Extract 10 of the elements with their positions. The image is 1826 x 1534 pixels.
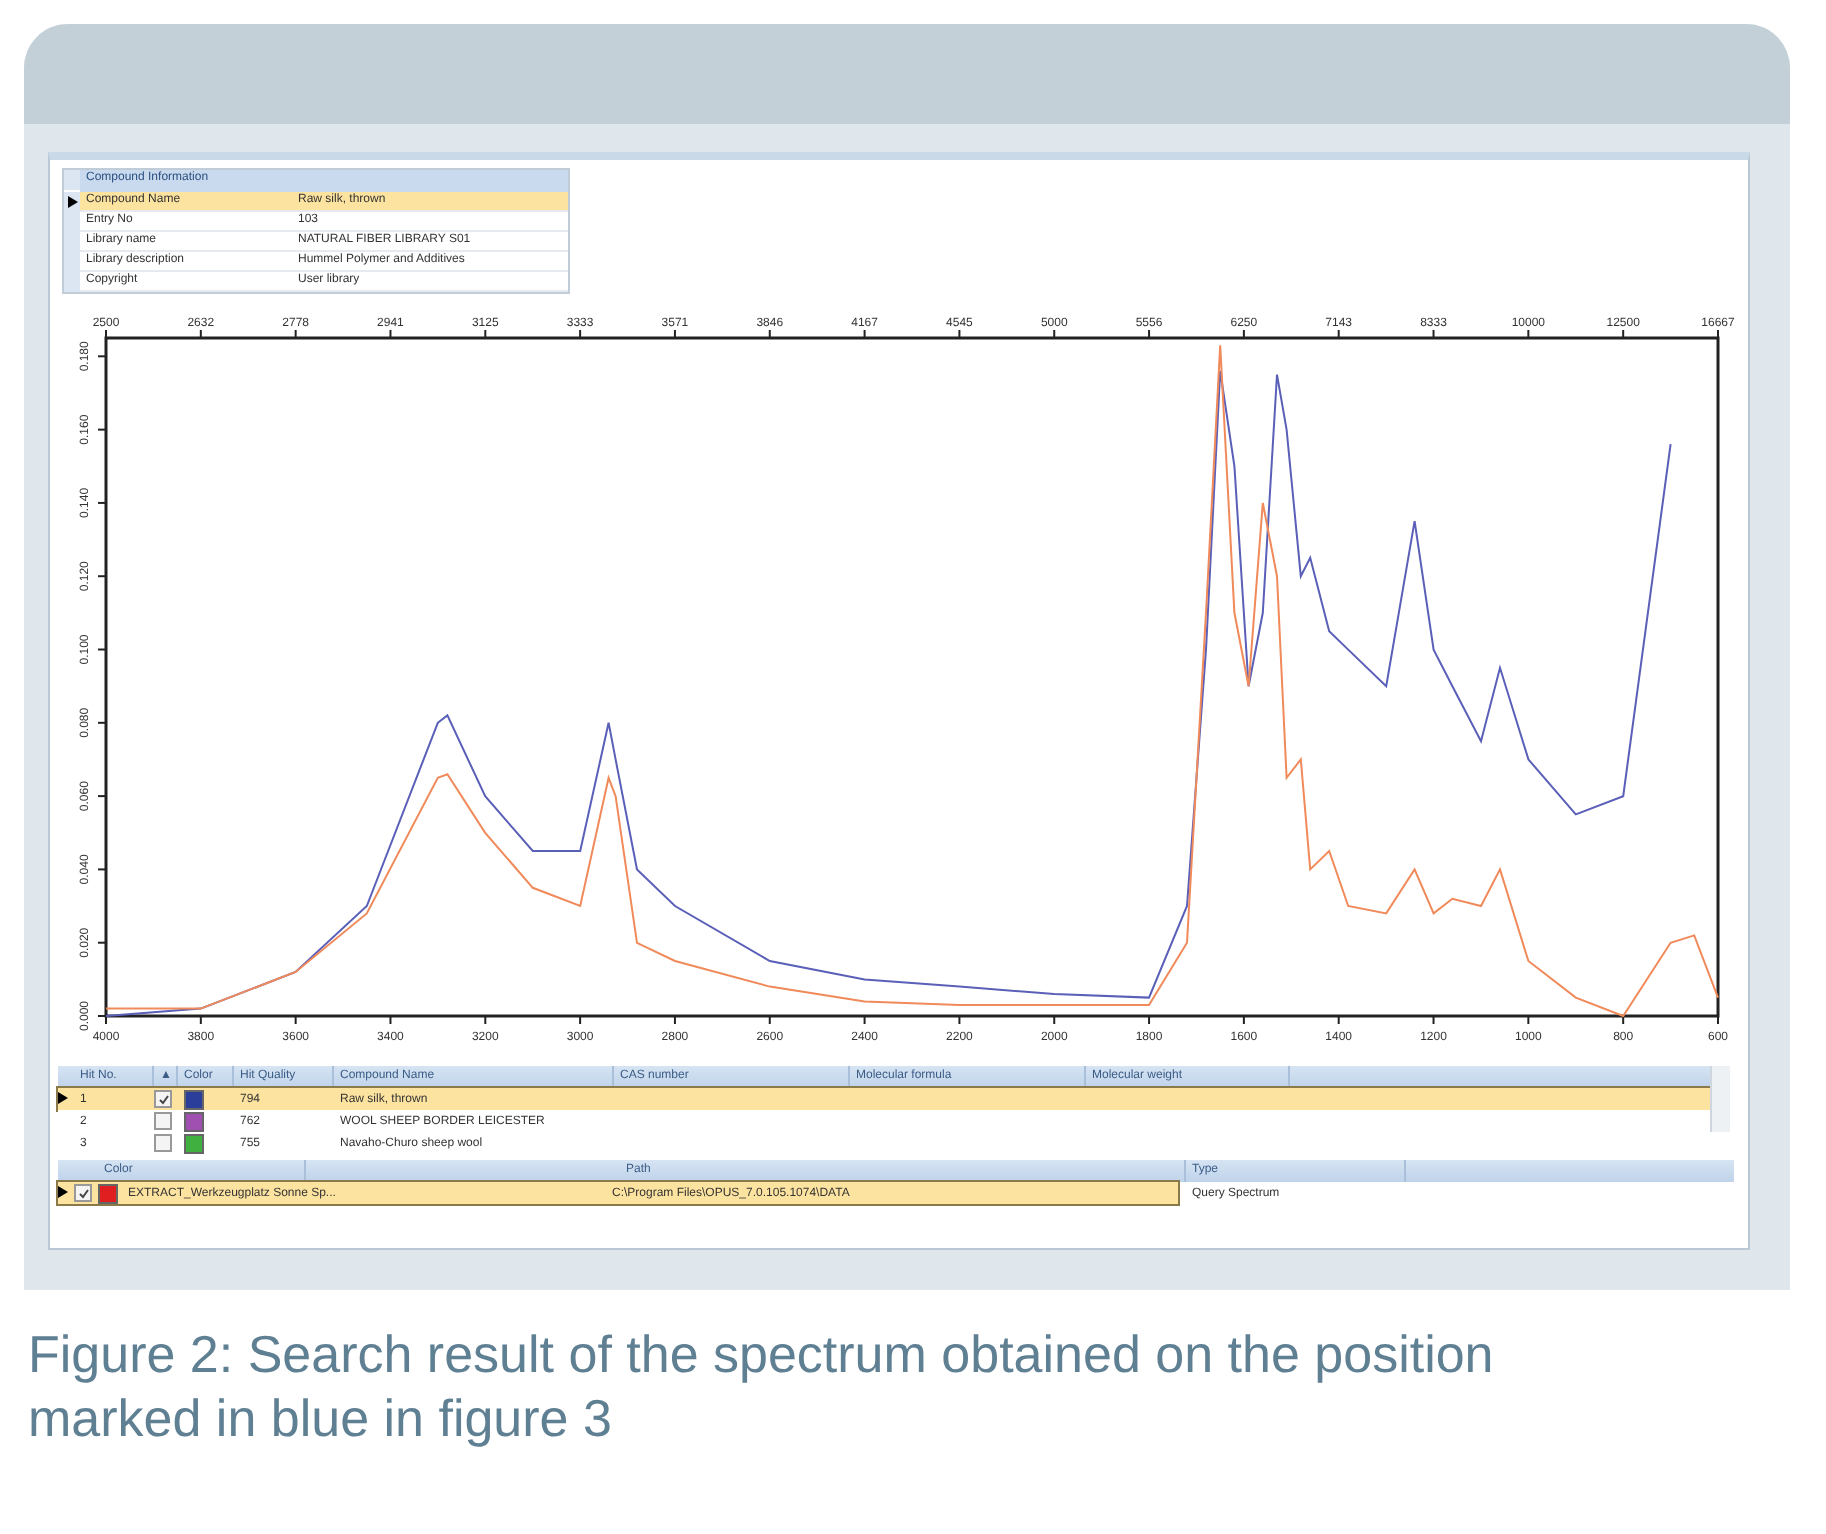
scrollbar[interactable]	[1710, 1066, 1730, 1132]
figure-caption: Figure 2: Search result of the spectrum obtained on the position marked in blue in figure 3	[28, 1322, 1496, 1450]
row-header[interactable]	[64, 192, 80, 212]
checkbox[interactable]	[154, 1112, 172, 1130]
checkbox[interactable]	[74, 1184, 92, 1202]
row-pointer-icon	[67, 196, 77, 208]
row-pointer-icon	[58, 1091, 68, 1103]
checkbox[interactable]	[154, 1090, 172, 1108]
checkbox[interactable]	[154, 1134, 172, 1152]
row-pointer-icon	[58, 1185, 68, 1197]
